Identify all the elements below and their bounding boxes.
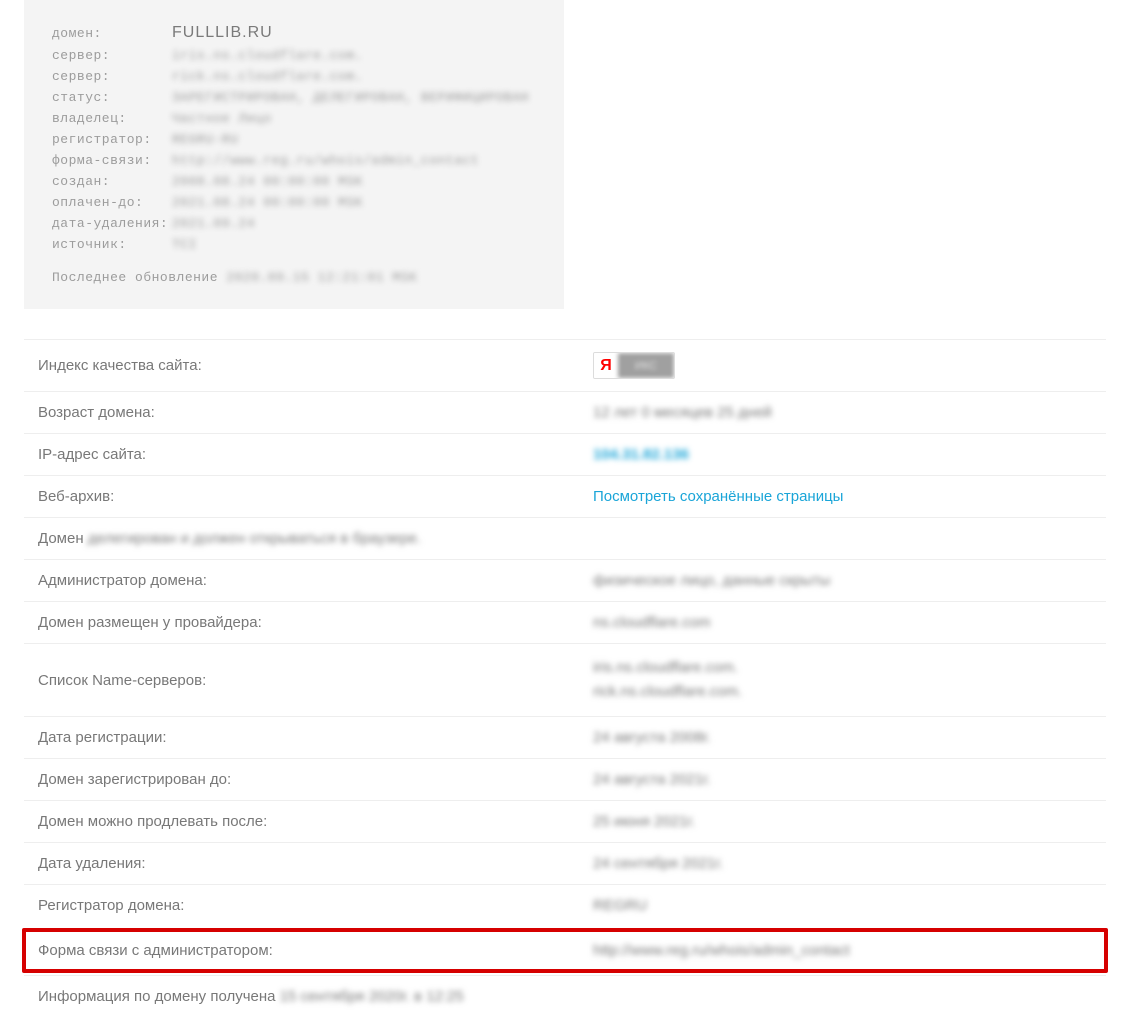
row-admin-contact-form: Форма связи с администратором: http://ww… [22,928,1108,973]
label-web-archive: Веб-архив: [38,488,593,505]
ns-2: rick.ns.cloudflare.com. [593,683,742,700]
whois-label: создан: [52,174,172,189]
row-info-received: Информация по домену получена 15 сентябр… [24,975,1106,1017]
whois-label: дата-удаления: [52,216,172,231]
yandex-quality-badge[interactable]: Я ИКС [593,352,675,379]
label-reg-date: Дата регистрации: [38,729,593,746]
whois-row-source: источник: TCI [52,237,536,252]
value-delete-date: 24 сентября 2021г. [593,855,723,872]
whois-value: 2021.08.24 00:00:00 MSK [172,195,363,210]
info-received-value: 15 сентября 2020г. в 12:25 [280,988,464,1005]
value-registrar: REGRU [593,897,647,914]
domain-line-blur: делегирован и должен открываться в брауз… [88,530,421,547]
whois-row-status: статус: ЗАРЕГИСТРИРОВАН, ДЕЛЕГИРОВАН, ВЕ… [52,90,536,105]
whois-label: домен: [52,26,172,41]
whois-value: ЗАРЕГИСТРИРОВАН, ДЕЛЕГИРОВАН, ВЕРИФИЦИРО… [172,90,529,105]
value-reg-date: 24 августа 2008г. [593,729,711,746]
whois-label: сервер: [52,48,172,63]
row-domain-status-line: Домен делегирован и должен открываться в… [24,517,1106,559]
whois-footer-value: 2020.09.15 12:21:01 MSK [226,270,417,285]
row-registrar: Регистратор домена: REGRU [24,884,1106,926]
whois-label: сервер: [52,69,172,84]
label-domain-age: Возраст домена: [38,404,593,421]
domain-info-table: Индекс качества сайта: Я ИКС Возраст дом… [24,339,1106,1017]
whois-row-server2: сервер: rick.ns.cloudflare.com. [52,69,536,84]
ns-1: iris.ns.cloudflare.com. [593,659,738,676]
domain-line-prefix: Домен [38,530,88,547]
value-domain-admin: физическое лицо, данные скрыты [593,572,830,589]
row-nameservers: Список Name-серверов: iris.ns.cloudflare… [24,643,1106,716]
yandex-logo-icon: Я [594,353,618,378]
value-nameservers: iris.ns.cloudflare.com. rick.ns.cloudfla… [593,656,742,704]
whois-value: http://www.reg.ru/whois/admin_contact [172,153,479,168]
web-archive-anchor[interactable]: Посмотреть сохранённые страницы [593,488,843,505]
whois-panel: домен: FULLLIB.RU сервер: iris.ns.cloudf… [24,0,564,309]
row-domain-admin: Администратор домена: физическое лицо, д… [24,559,1106,601]
whois-row-owner: владелец: Частное Лицо [52,111,536,126]
whois-row-registrar: регистратор: REGRU-RU [52,132,536,147]
row-renew-after: Домен можно продлевать после: 25 июня 20… [24,800,1106,842]
whois-row-created: создан: 2008.08.24 00:00:00 MSK [52,174,536,189]
whois-row-contact-form: форма-связи: http://www.reg.ru/whois/adm… [52,153,536,168]
link-web-archive[interactable]: Посмотреть сохранённые страницы [593,488,843,505]
row-reg-until: Домен зарегистрирован до: 24 августа 202… [24,758,1106,800]
whois-value: rick.ns.cloudflare.com. [172,69,363,84]
whois-label: владелец: [52,111,172,126]
value-ip-address[interactable]: 104.31.82.136 [593,446,689,463]
row-web-archive: Веб-архив: Посмотреть сохранённые страни… [24,475,1106,517]
info-received-prefix: Информация по домену получена [38,988,280,1005]
value-provider: ns.cloudflare.com [593,614,711,631]
label-ip-address: IP-адрес сайта: [38,446,593,463]
whois-label: источник: [52,237,172,252]
label-renew-after: Домен можно продлевать после: [38,813,593,830]
row-quality: Индекс качества сайта: Я ИКС [24,339,1106,391]
whois-row-delete-date: дата-удаления: 2021.09.24 [52,216,536,231]
whois-row-domain: домен: FULLLIB.RU [52,24,536,42]
label-admin-contact-form: Форма связи с администратором: [38,942,593,959]
whois-footer-prefix: Последнее обновление [52,270,226,285]
value-reg-until: 24 августа 2021г. [593,771,711,788]
row-domain-age: Возраст домена: 12 лет 0 месяцев 25 дней [24,391,1106,433]
row-provider: Домен размещен у провайдера: ns.cloudfla… [24,601,1106,643]
whois-label: оплачен-до: [52,195,172,210]
whois-row-server1: сервер: iris.ns.cloudflare.com. [52,48,536,63]
label-registrar: Регистратор домена: [38,897,593,914]
whois-value: 2008.08.24 00:00:00 MSK [172,174,363,189]
whois-value: iris.ns.cloudflare.com. [172,48,363,63]
yandex-badge-rest: ИКС [618,353,674,378]
whois-label: статус: [52,90,172,105]
whois-value: FULLLIB.RU [172,24,273,42]
label-reg-until: Домен зарегистрирован до: [38,771,593,788]
whois-label: форма-связи: [52,153,172,168]
whois-row-paid-till: оплачен-до: 2021.08.24 00:00:00 MSK [52,195,536,210]
whois-value: TCI [172,237,197,252]
value-renew-after: 25 июня 2021г. [593,813,695,830]
value-admin-contact-form[interactable]: http://www.reg.ru/whois/admin_contact [593,942,850,959]
whois-label: регистратор: [52,132,172,147]
label-domain-admin: Администратор домена: [38,572,593,589]
row-delete-date: Дата удаления: 24 сентября 2021г. [24,842,1106,884]
whois-value: Частное Лицо [172,111,272,126]
whois-value: 2021.09.24 [172,216,255,231]
label-delete-date: Дата удаления: [38,855,593,872]
value-domain-age: 12 лет 0 месяцев 25 дней [593,404,772,421]
label-nameservers: Список Name-серверов: [38,672,593,689]
label-provider: Домен размещен у провайдера: [38,614,593,631]
label-quality: Индекс качества сайта: [38,357,593,374]
whois-last-update: Последнее обновление 2020.09.15 12:21:01… [52,270,536,285]
row-reg-date: Дата регистрации: 24 августа 2008г. [24,716,1106,758]
whois-value: REGRU-RU [172,132,238,147]
row-ip-address: IP-адрес сайта: 104.31.82.136 [24,433,1106,475]
